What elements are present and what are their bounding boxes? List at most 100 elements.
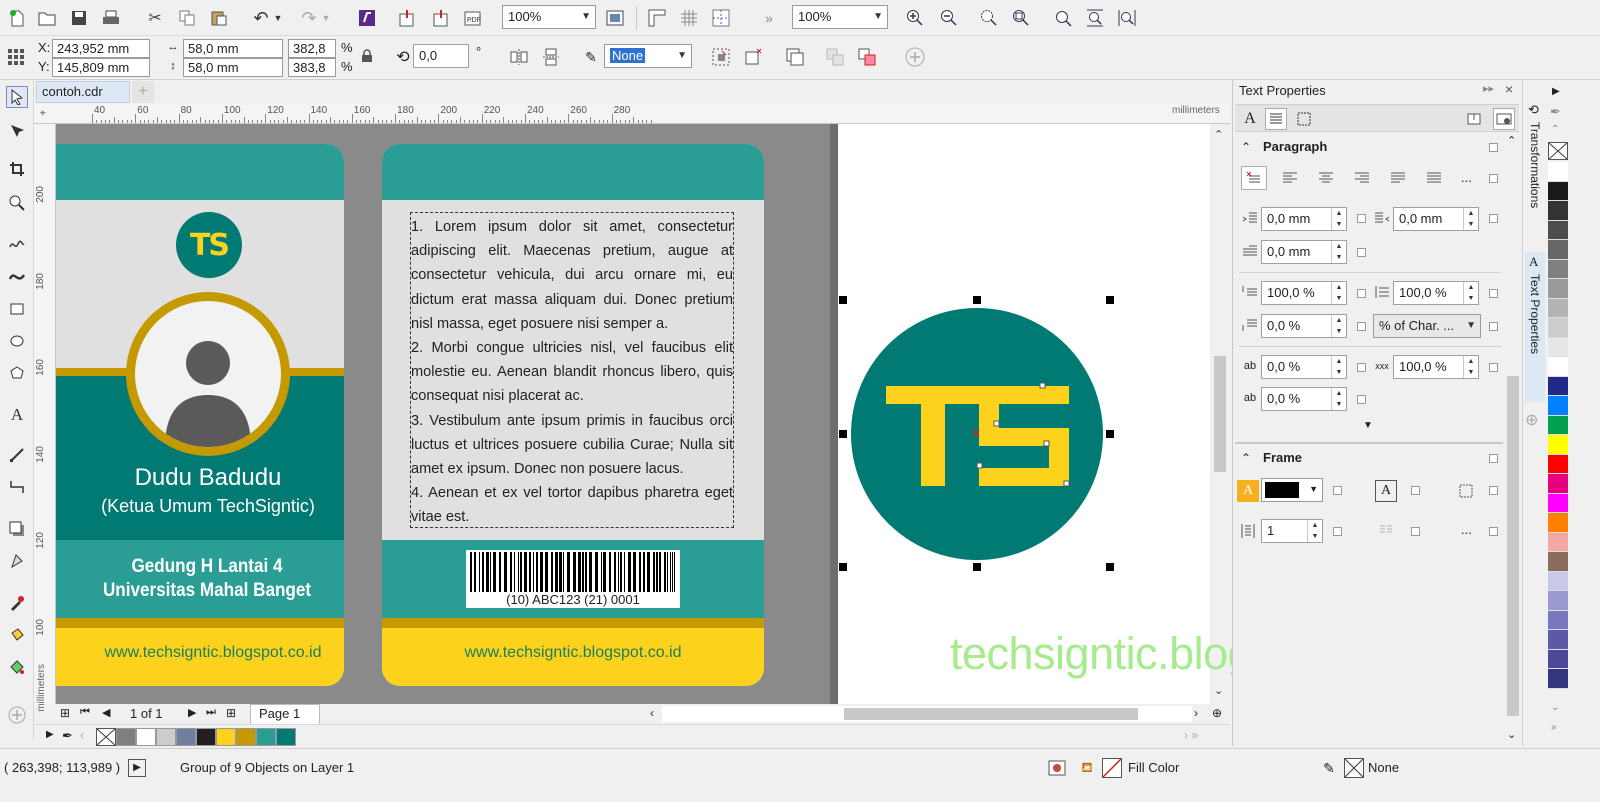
spacing-unit-checkbox[interactable] (1489, 322, 1498, 331)
docker-add-icon[interactable]: ⊕ (1525, 410, 1538, 430)
zoom-in-icon[interactable] (904, 7, 926, 29)
docker-tab-text-properties[interactable]: A Text Properties (1525, 252, 1545, 402)
scroll-up-icon[interactable]: ⌃ (1214, 128, 1223, 141)
align-right-icon[interactable] (1351, 167, 1373, 189)
frame-text-icon[interactable]: A (1375, 480, 1397, 502)
zoom-all-objects-icon[interactable] (1010, 7, 1032, 29)
spacing-unit-select[interactable]: % of Char. ... ▼ (1373, 314, 1481, 338)
word-spacing-input[interactable]: 100,0 % ▲ ▼ (1393, 355, 1479, 379)
docker-expand-icon[interactable]: ▸▸ (1483, 82, 1494, 95)
palette-scroll-up-icon[interactable]: ⌃ (1551, 124, 1559, 135)
first-line-indent-checkbox[interactable] (1357, 248, 1366, 257)
alignment-more-button[interactable]: ... (1461, 170, 1472, 185)
docker-scroll-up-icon[interactable]: ⌃ (1507, 134, 1516, 147)
zoom-page-height-icon[interactable] (1116, 7, 1138, 29)
palette-color-swatch[interactable] (1548, 240, 1568, 260)
palette-color-swatch[interactable] (1548, 298, 1568, 318)
space-before-input[interactable]: 100,0 % ▲ ▼ (1261, 281, 1347, 305)
docker-scroll-down-icon[interactable]: ⌄ (1507, 728, 1516, 741)
first-line-indent-input[interactable]: 0,0 mm ▲ ▼ (1261, 240, 1347, 264)
word-spacing-checkbox[interactable] (1489, 363, 1498, 372)
document-color-swatch[interactable] (276, 728, 296, 746)
horizontal-scrollbar[interactable] (662, 706, 1192, 722)
eyedropper-tool-icon[interactable] (6, 592, 28, 614)
page-tab[interactable]: Page 1 (250, 704, 320, 724)
show-grid-icon[interactable] (678, 7, 700, 29)
palette-color-swatch[interactable] (1548, 318, 1568, 338)
character-tab-icon[interactable]: A (1239, 108, 1261, 130)
palette-menu-icon-2[interactable]: ▶ (1552, 86, 1560, 97)
import-icon[interactable] (396, 7, 418, 29)
horizontal-scroll-thumb[interactable] (844, 708, 1138, 720)
palette-color-swatch[interactable] (1548, 376, 1568, 396)
docker-options-icon[interactable] (1493, 108, 1515, 130)
frame-more-button[interactable]: ... (1461, 522, 1472, 537)
export-pdf-icon[interactable]: PDF (462, 7, 484, 29)
selected-logo[interactable]: TS (843, 300, 1111, 568)
redo-icon[interactable]: ↷ (298, 7, 320, 29)
palette-expand-icon[interactable]: » (1551, 722, 1557, 733)
palette-color-swatch[interactable] (1548, 396, 1568, 416)
lock-ratio-icon[interactable] (358, 47, 376, 65)
spin-arrows-icon[interactable]: ▲ ▼ (1331, 208, 1346, 230)
document-color-swatch[interactable] (176, 728, 196, 746)
scroll-right-icon[interactable]: › (1194, 706, 1198, 720)
connector-tool-icon[interactable] (6, 476, 28, 498)
save-icon[interactable] (68, 7, 90, 29)
add-page-after-icon[interactable]: ⊞ (226, 706, 236, 720)
shape-tool-icon[interactable] (6, 120, 28, 142)
show-rulers-icon[interactable] (646, 7, 668, 29)
scroll-down-icon[interactable]: ⌄ (1214, 684, 1223, 697)
text-tool-icon[interactable]: A (6, 404, 28, 426)
palette-color-swatch[interactable] (1548, 610, 1568, 630)
id-card-back[interactable]: 1. Lorem ipsum dolor sit amet, consectet… (382, 144, 764, 686)
character-spacing-input[interactable]: 0,0 % ▲ ▼ (1261, 355, 1347, 379)
previous-page-icon[interactable]: ◀ (102, 706, 110, 719)
undo-icon[interactable]: ↶ (250, 7, 272, 29)
palette-color-swatch[interactable] (1548, 649, 1568, 669)
document-color-swatch[interactable] (236, 728, 256, 746)
handle-top-left[interactable] (839, 296, 847, 304)
spin-arrows-icon[interactable]: ▲ ▼ (1331, 315, 1346, 337)
outline-width-select[interactable]: None ▼ (604, 44, 692, 68)
palette-scroll-right-icon[interactable]: › » (1184, 728, 1198, 742)
language-spacing-input[interactable]: 0,0 % ▲ ▼ (1261, 387, 1347, 411)
line-spacing-input[interactable]: 100,0 % ▲ ▼ (1393, 281, 1479, 305)
polygon-tool-icon[interactable] (6, 362, 28, 384)
interactive-fill-tool-icon[interactable] (6, 624, 28, 646)
add-icon[interactable] (904, 46, 926, 68)
palette-eyedropper-icon-2[interactable]: ✒ (1550, 104, 1561, 120)
handle-bottom[interactable] (973, 563, 981, 571)
dimension-tool-icon[interactable] (6, 444, 28, 466)
ellipse-tool-icon[interactable] (6, 330, 28, 352)
y-position-input[interactable]: 145,809 mm (52, 58, 150, 77)
ruler-origin-icon[interactable]: ⌖ (40, 108, 46, 119)
drop-shadow-tool-icon[interactable] (6, 518, 28, 540)
palette-color-swatch[interactable] (1548, 591, 1568, 611)
justify-full-icon[interactable] (1387, 167, 1409, 189)
force-justify-icon[interactable] (1423, 167, 1445, 189)
docker-close-icon[interactable]: × (1505, 81, 1513, 97)
palette-color-swatch[interactable] (1548, 415, 1568, 435)
docker-tab-transformations[interactable]: ⟲ Transformations (1525, 100, 1545, 250)
crop-tool-icon[interactable] (6, 158, 28, 180)
navigator-icon[interactable]: ⊕ (1212, 706, 1222, 720)
card-back-text-frame[interactable]: 1. Lorem ipsum dolor sit amet, consectet… (410, 212, 734, 528)
handle-right[interactable] (1106, 430, 1114, 438)
palette-color-swatch[interactable] (1548, 493, 1568, 513)
palette-color-swatch[interactable] (1548, 435, 1568, 455)
pick-tool-icon[interactable] (6, 86, 28, 108)
space-before-checkbox[interactable] (1357, 289, 1366, 298)
spin-arrows-icon[interactable]: ▲ ▼ (1331, 356, 1346, 378)
handle-top[interactable] (973, 296, 981, 304)
language-spacing-checkbox[interactable] (1357, 395, 1366, 404)
next-page-icon[interactable]: ▶ (188, 706, 196, 719)
ungroup-icon[interactable] (856, 46, 878, 68)
align-center-icon[interactable] (1315, 167, 1337, 189)
columns-checkbox[interactable] (1333, 527, 1342, 536)
cut-icon[interactable]: ✂ (144, 7, 166, 29)
left-indent-input[interactable]: 0,0 mm ▲ ▼ (1261, 207, 1347, 231)
palette-eyedropper-icon[interactable]: ✒ (62, 728, 73, 744)
handle-left[interactable] (839, 430, 847, 438)
palette-color-swatch[interactable] (1548, 220, 1568, 240)
